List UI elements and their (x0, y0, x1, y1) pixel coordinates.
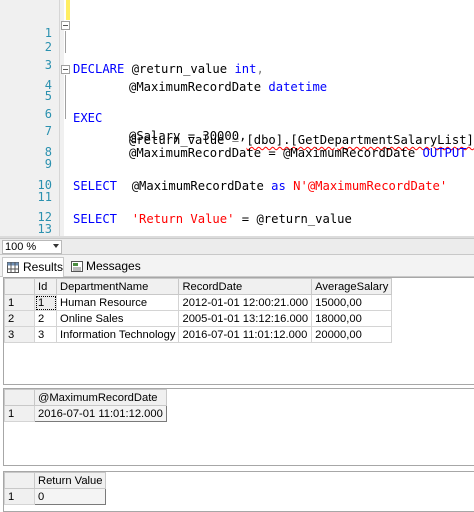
column-header[interactable]: Return Value (33, 472, 107, 489)
cell-record-date[interactable]: 2016-07-01 11:01:12.000 (178, 326, 313, 343)
results-grid-max-record-date[interactable]: @MaximumRecordDate 1 2016-07-01 11:01:12… (3, 388, 474, 466)
cell-average-salary[interactable]: 15000,00 (311, 294, 393, 311)
cell-department-name[interactable]: Human Resource (55, 294, 180, 311)
header-row: Return Value (4, 472, 107, 489)
results-grid-return-value[interactable]: Return Value 1 0 (3, 471, 474, 512)
cell-id[interactable]: 1 (34, 294, 57, 311)
header-row: @MaximumRecordDate (4, 389, 167, 406)
code-line-3: 3 @MaximumRecordDate datetime (0, 32, 474, 94)
column-header[interactable]: @MaximumRecordDate (34, 389, 167, 406)
row-number[interactable]: 3 (4, 326, 35, 343)
corner-cell (4, 472, 35, 489)
cell-department-name[interactable]: Information Technology (55, 326, 180, 343)
message-icon (71, 261, 83, 272)
row-number[interactable]: 1 (4, 294, 35, 311)
cell-max-record-date[interactable]: 2016-07-01 11:01:12.000 (34, 405, 167, 422)
table-row[interactable]: 1 0 (4, 488, 107, 505)
results-table: Return Value 1 0 (4, 472, 107, 505)
column-header[interactable]: DepartmentName (55, 278, 180, 295)
zoom-value: 100 % (5, 241, 37, 253)
column-header[interactable]: RecordDate (178, 278, 313, 295)
grid-icon (7, 262, 19, 273)
code-line-14: 14 (0, 214, 474, 254)
column-header[interactable]: AverageSalary (311, 278, 393, 295)
results-grid-departments[interactable]: Id DepartmentName RecordDate AverageSala… (3, 277, 474, 385)
cell-average-salary[interactable]: 18000,00 (311, 310, 393, 327)
tab-label: Results (23, 260, 64, 274)
column-header[interactable]: Id (34, 278, 57, 295)
code-line-9: 9 SELECT @MaximumRecordDate as N'@Maximu… (0, 131, 474, 193)
corner-cell (4, 278, 35, 295)
table-row[interactable]: 1 2016-07-01 11:01:12.000 (4, 405, 167, 422)
code-line-7: 7 @MaximumRecordDate = @MaximumRecordDat… (0, 98, 474, 160)
cell-record-date[interactable]: 2005-01-01 13:12:16.000 (178, 310, 313, 327)
cell-return-value[interactable]: 0 (33, 488, 107, 505)
chevron-down-icon (53, 244, 59, 248)
row-number[interactable]: 1 (4, 488, 35, 505)
tab-messages[interactable]: Messages (68, 257, 141, 277)
results-table: Id DepartmentName RecordDate AverageSala… (4, 278, 393, 343)
row-number[interactable]: 1 (4, 405, 35, 422)
corner-cell (4, 389, 35, 406)
table-row[interactable]: 2 2 Online Sales 2005-01-01 13:12:16.000… (4, 310, 393, 327)
zoom-dropdown[interactable]: 100 % (2, 240, 62, 254)
cell-record-date[interactable]: 2012-01-01 12:00:21.000 (178, 294, 313, 311)
cell-id[interactable]: 3 (34, 326, 57, 343)
table-row[interactable]: 3 3 Information Technology 2016-07-01 11… (4, 326, 393, 343)
tab-label: Messages (86, 259, 141, 273)
cell-department-name[interactable]: Online Sales (55, 310, 180, 327)
table-row[interactable]: 1 1 Human Resource 2012-01-01 12:00:21.0… (4, 294, 393, 311)
row-number[interactable]: 2 (4, 310, 35, 327)
results-table: @MaximumRecordDate 1 2016-07-01 11:01:12… (4, 389, 167, 422)
result-tabs: Results Messages (0, 255, 474, 277)
zoom-bar: 100 % (0, 238, 474, 255)
cell-average-salary[interactable]: 20000,00 (311, 326, 393, 343)
query-editor[interactable]: 1 2 DECLARE @return_value int, 3 @Maximu… (0, 0, 474, 259)
tab-results[interactable]: Results (2, 257, 64, 277)
header-row: Id DepartmentName RecordDate AverageSala… (4, 278, 393, 295)
cell-id[interactable]: 2 (34, 310, 57, 327)
code-line-11: 11 SELECT 'Return Value' = @return_value (0, 164, 474, 226)
